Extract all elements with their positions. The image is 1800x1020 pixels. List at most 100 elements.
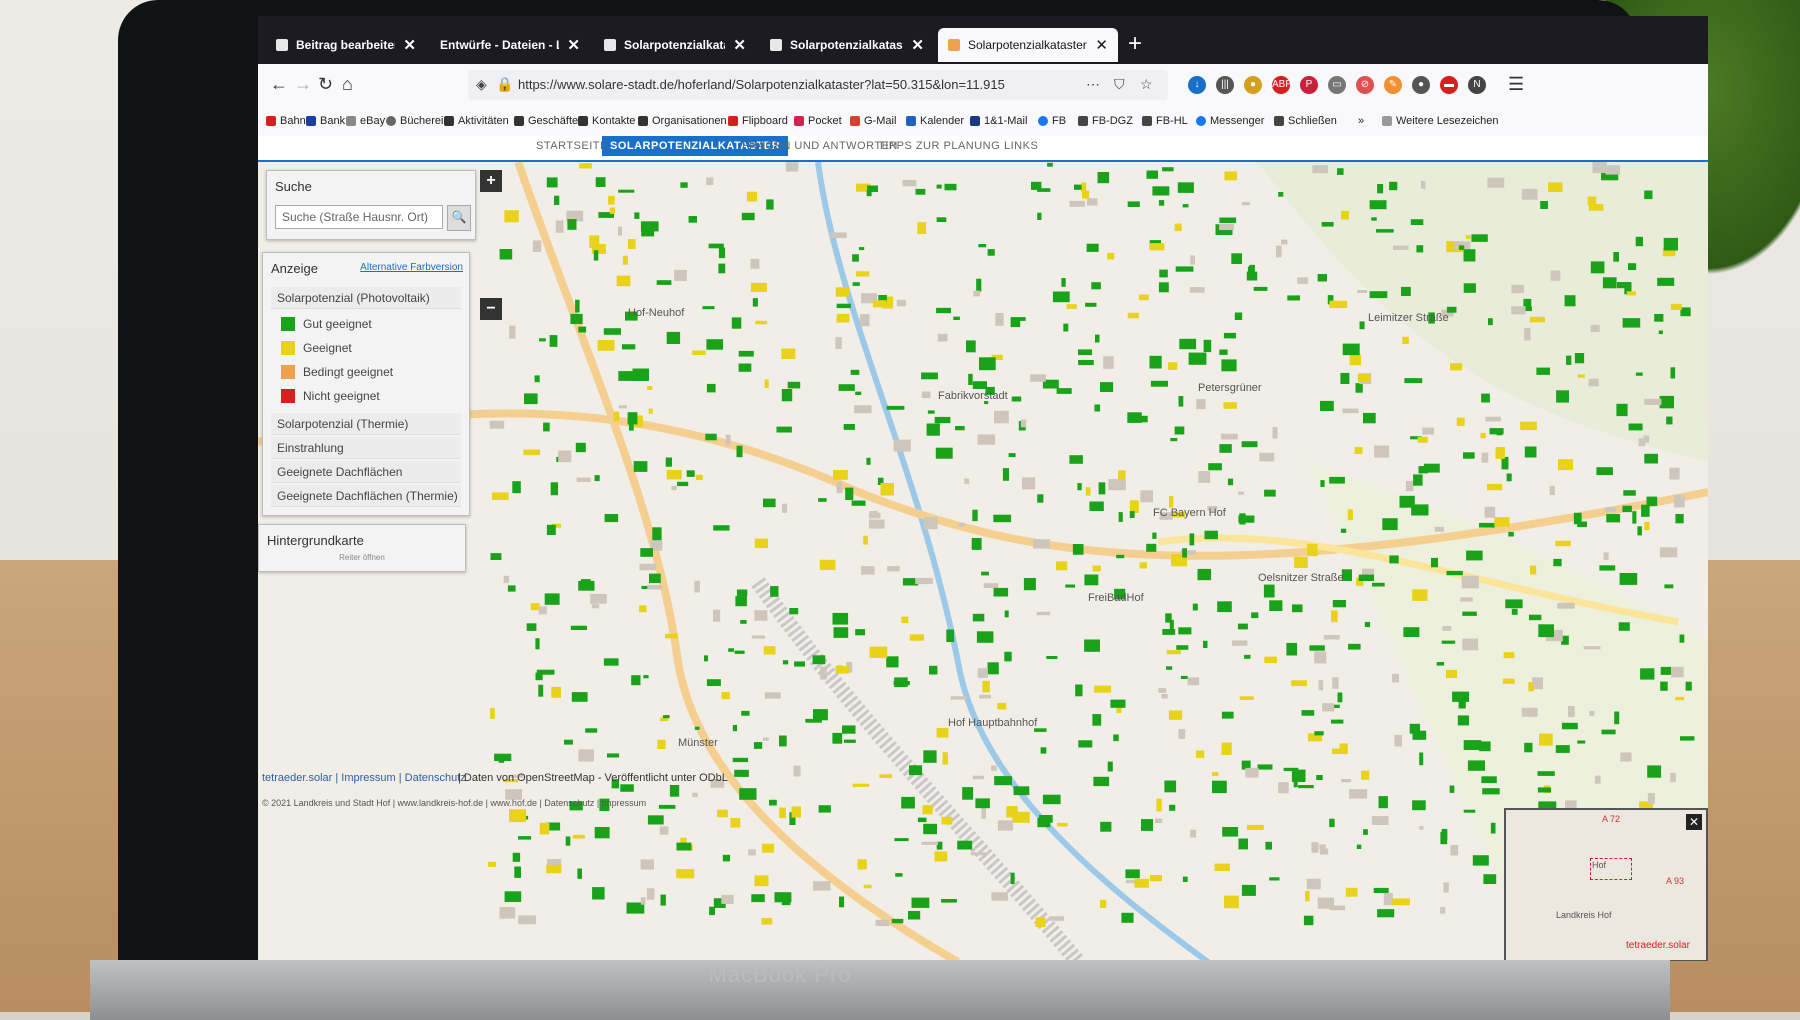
building-roof[interactable] — [597, 340, 615, 351]
building-roof[interactable] — [706, 383, 716, 393]
building-roof[interactable] — [1643, 435, 1650, 443]
building-roof[interactable] — [1332, 677, 1339, 689]
building-roof[interactable] — [973, 290, 981, 297]
building-roof[interactable] — [1523, 298, 1532, 308]
building-roof[interactable] — [1405, 480, 1414, 492]
building-roof[interactable] — [1577, 521, 1587, 528]
building-roof[interactable] — [730, 818, 741, 828]
building-roof[interactable] — [818, 498, 827, 502]
building-roof[interactable] — [1412, 800, 1426, 811]
building-roof[interactable] — [1632, 511, 1637, 524]
building-roof[interactable] — [835, 337, 842, 349]
building-roof[interactable] — [1222, 827, 1239, 837]
building-roof[interactable] — [1413, 474, 1423, 486]
building-roof[interactable] — [1508, 531, 1514, 537]
building-roof[interactable] — [1182, 204, 1189, 208]
building-roof[interactable] — [1644, 190, 1653, 200]
building-roof[interactable] — [1658, 330, 1663, 335]
building-roof[interactable] — [1158, 200, 1165, 206]
building-roof[interactable] — [923, 823, 937, 835]
building-roof[interactable] — [1489, 428, 1504, 435]
building-roof[interactable] — [1089, 501, 1104, 512]
building-roof[interactable] — [1174, 426, 1185, 435]
layer-einstrahlung[interactable]: Einstrahlung — [271, 437, 461, 459]
building-roof[interactable] — [680, 182, 688, 188]
building-roof[interactable] — [735, 596, 747, 607]
building-roof[interactable] — [1378, 796, 1388, 809]
bookmark-item[interactable]: Bank — [306, 115, 345, 127]
building-roof[interactable] — [1371, 816, 1389, 825]
building-roof[interactable] — [1657, 277, 1675, 286]
building-roof[interactable] — [1177, 182, 1194, 193]
building-roof[interactable] — [534, 375, 540, 383]
building-roof[interactable] — [1190, 829, 1197, 838]
building-roof[interactable] — [1340, 372, 1350, 384]
building-roof[interactable] — [1505, 599, 1523, 609]
building-roof[interactable] — [647, 585, 662, 590]
attribution-osm[interactable]: | Daten von OpenStreetMap - Veröffentlic… — [458, 772, 728, 784]
building-roof[interactable] — [1257, 764, 1273, 770]
building-roof[interactable] — [812, 655, 826, 665]
building-roof[interactable] — [1369, 200, 1387, 210]
building-roof[interactable] — [1189, 533, 1195, 546]
building-roof[interactable] — [1238, 838, 1249, 850]
building-roof[interactable] — [702, 306, 715, 310]
building-roof[interactable] — [868, 512, 881, 519]
building-roof[interactable] — [922, 805, 933, 815]
building-roof[interactable] — [499, 907, 516, 919]
building-roof[interactable] — [1219, 444, 1232, 453]
building-roof[interactable] — [1401, 286, 1411, 296]
building-roof[interactable] — [1247, 266, 1254, 272]
building-roof[interactable] — [488, 861, 497, 867]
building-roof[interactable] — [1100, 899, 1107, 908]
building-roof[interactable] — [981, 571, 989, 576]
building-roof[interactable] — [1037, 494, 1044, 503]
building-roof[interactable] — [1244, 654, 1251, 659]
url-text[interactable]: https://www.solare-stadt.de/hoferland/So… — [518, 77, 1005, 92]
building-roof[interactable] — [1175, 266, 1194, 272]
bookmark-item[interactable]: Messenger — [1196, 115, 1264, 127]
building-roof[interactable] — [1056, 561, 1068, 571]
building-roof[interactable] — [671, 485, 677, 490]
building-roof[interactable] — [1463, 740, 1482, 750]
building-roof[interactable] — [836, 313, 850, 323]
building-roof[interactable] — [1006, 806, 1018, 818]
building-roof[interactable] — [1372, 582, 1385, 587]
building-roof[interactable] — [1670, 367, 1676, 379]
building-roof[interactable] — [1436, 662, 1445, 666]
building-roof[interactable] — [1417, 436, 1428, 443]
building-roof[interactable] — [971, 538, 982, 550]
building-roof[interactable] — [1149, 243, 1165, 251]
building-roof[interactable] — [499, 249, 513, 260]
building-roof[interactable] — [911, 897, 930, 908]
building-roof[interactable] — [934, 851, 948, 862]
building-roof[interactable] — [1246, 824, 1264, 830]
building-roof[interactable] — [1063, 323, 1069, 332]
building-roof[interactable] — [1371, 217, 1377, 221]
building-roof[interactable] — [997, 820, 1013, 831]
building-roof[interactable] — [748, 849, 756, 856]
building-roof[interactable] — [1078, 349, 1092, 356]
building-roof[interactable] — [1159, 269, 1168, 278]
building-roof[interactable] — [1481, 452, 1489, 463]
building-roof[interactable] — [776, 426, 792, 433]
building-roof[interactable] — [1617, 282, 1632, 289]
building-roof[interactable] — [958, 522, 966, 527]
building-roof[interactable] — [567, 219, 577, 230]
building-roof[interactable] — [1187, 677, 1200, 686]
building-roof[interactable] — [1294, 556, 1308, 568]
building-roof[interactable] — [1511, 284, 1524, 294]
building-roof[interactable] — [1196, 398, 1206, 410]
alt-color-link[interactable]: Alternative Farbversion — [360, 262, 463, 273]
building-roof[interactable] — [982, 680, 990, 693]
building-roof[interactable] — [1197, 568, 1212, 581]
building-roof[interactable] — [917, 817, 927, 823]
building-roof[interactable] — [863, 535, 868, 545]
building-roof[interactable] — [1317, 274, 1327, 282]
overview-minimap[interactable]: ✕ A 72 Hof A 93 Landkreis Hof tetraeder.… — [1504, 808, 1708, 961]
building-roof[interactable] — [1555, 745, 1570, 753]
building-roof[interactable] — [532, 240, 542, 252]
building-roof[interactable] — [1659, 395, 1674, 409]
building-roof[interactable] — [1269, 877, 1280, 881]
building-roof[interactable] — [994, 410, 1009, 424]
